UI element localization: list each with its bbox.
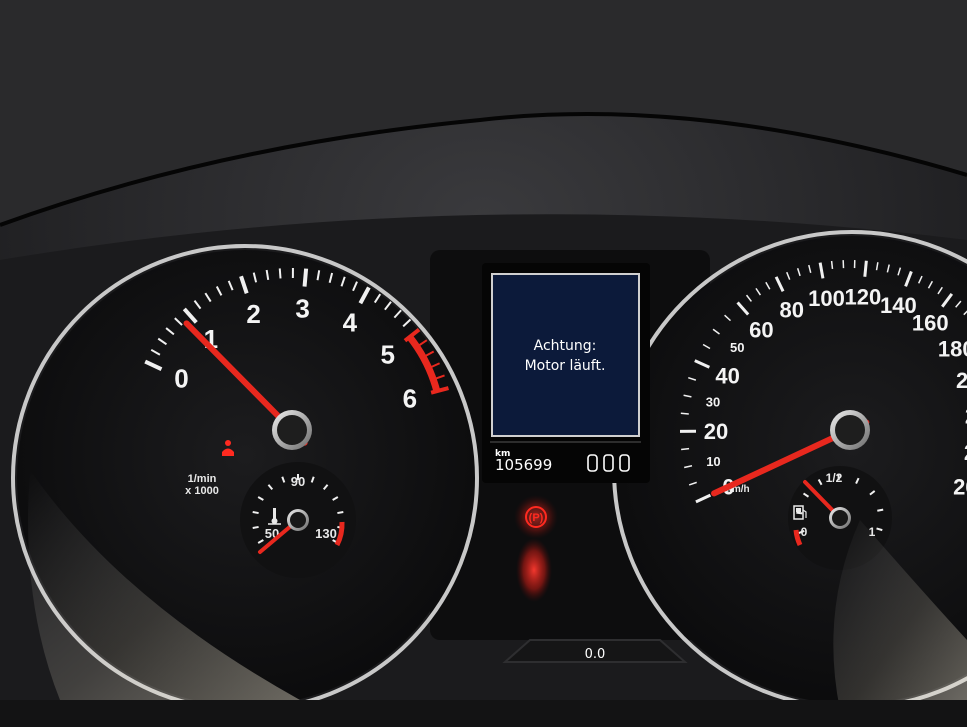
fuel-mid-label: 1/2 (826, 471, 843, 485)
display-message-line2: Motor läuft. (525, 358, 606, 374)
tachometer-tick-label: 0 (174, 363, 188, 393)
display-message-line1: Achtung: (534, 338, 597, 354)
tachometer-tick-label: 6 (403, 383, 417, 413)
trip-display-value: 0.0 (585, 647, 606, 662)
tachometer-tick-label: 4 (343, 308, 358, 338)
speedometer-tick (681, 447, 690, 451)
speedometer-tick-label: 40 (715, 363, 739, 388)
speedometer-tick-label: 200 (956, 368, 967, 393)
speedometer-tick-label: 80 (780, 297, 804, 322)
speedometer-tick-label: 10 (706, 454, 720, 469)
speedometer-tick-label: 160 (912, 311, 949, 336)
display-border (491, 273, 640, 437)
tachometer-unit-multiplier: x 1000 (185, 485, 219, 497)
fuel-tick (877, 508, 884, 512)
speedometer-tick-label: 60 (749, 317, 773, 342)
tachometer-hub-cap (277, 415, 307, 445)
speedometer-tick-label: 30 (706, 394, 720, 409)
tachometer-tick (302, 268, 309, 287)
fuel-min-label: 0 (801, 525, 808, 539)
parking-brake-label: (P) (529, 512, 544, 524)
speedometer-tick-label: 100 (808, 286, 845, 311)
warning-light-glow (516, 538, 552, 602)
tachometer-unit-rpm: 1/min (188, 473, 217, 485)
coolant-tick (337, 511, 344, 515)
coolant-gauge: 50 90 130 (240, 462, 356, 578)
tachometer-tick-label: 3 (295, 293, 309, 323)
coolant-tick (252, 525, 259, 529)
dashboard-bottom-trim (0, 700, 967, 727)
coolant-tick (252, 511, 259, 515)
odometer-value: 105699 (495, 456, 552, 474)
tachometer-tick-label: 5 (380, 339, 394, 369)
tachometer-tick-label: 2 (246, 299, 260, 329)
speedometer-tick-label: 260 (953, 475, 967, 500)
tachometer-tick (278, 268, 282, 279)
coolant-hub-cap (290, 512, 306, 528)
speedometer-tick-label: 180 (938, 336, 967, 361)
trip-display: 0.0 (502, 639, 688, 663)
fuel-hub-cap (832, 510, 848, 526)
speedometer-tick (863, 260, 868, 277)
multifunction-display: Achtung: Motor läuft. km 105699 (482, 263, 650, 483)
speedometer-hub-cap (835, 415, 865, 445)
speedometer-tick (680, 412, 689, 415)
speedometer-tick (830, 260, 834, 270)
speedometer-tick-label: 50 (730, 340, 744, 355)
speedometer-tick-label: 20 (704, 419, 728, 444)
instrument-cluster: 012 3 456 1/min x 1000 50 90 130 1020304… (0, 0, 967, 727)
coolant-max-label: 130 (315, 526, 337, 541)
speedometer-tick-label: 120 (845, 285, 882, 310)
coolant-mid-label: 90 (291, 474, 305, 489)
parking-brake-warning: (P) (514, 495, 558, 539)
fuel-tick (796, 511, 803, 515)
